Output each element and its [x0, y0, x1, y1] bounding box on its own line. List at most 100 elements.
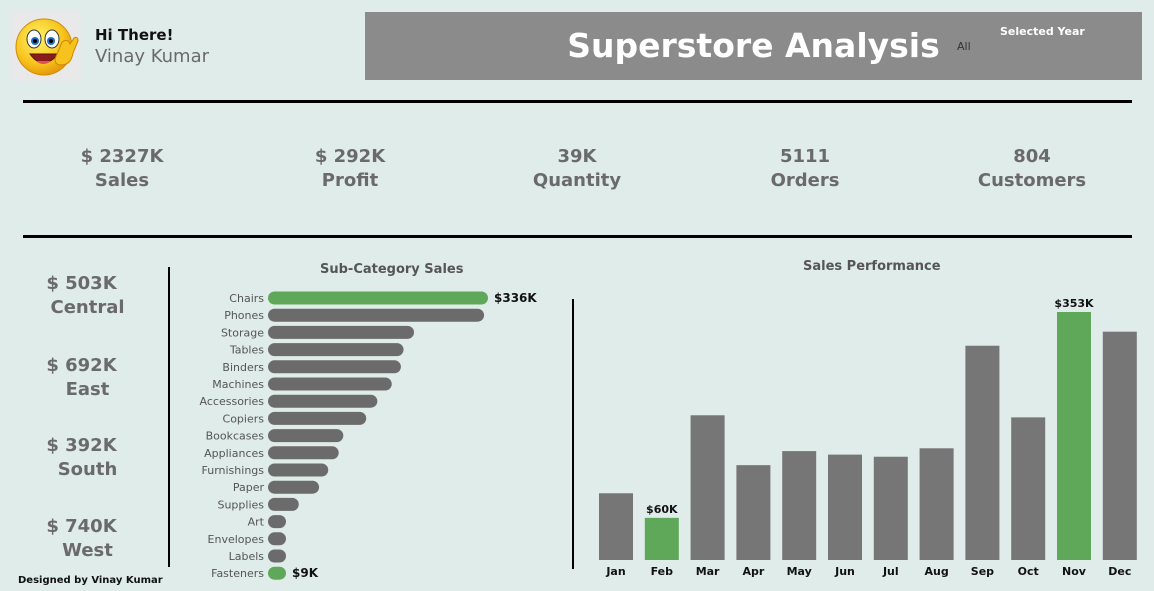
- kpi-label: Quantity: [532, 170, 622, 191]
- month-bar[interactable]: [599, 493, 633, 560]
- subcategory-bar[interactable]: [268, 532, 286, 546]
- kpi-value: $ 292K: [314, 146, 386, 167]
- bar-data-label: $336K: [494, 291, 537, 305]
- region-value: $ 740K: [46, 516, 117, 537]
- month-bar[interactable]: [1102, 331, 1137, 560]
- month-bar[interactable]: [965, 345, 1000, 560]
- month-label: Jun: [834, 565, 855, 578]
- subcategory-bar[interactable]: [268, 429, 344, 443]
- category-label: Machines: [212, 378, 264, 391]
- month-label: Jul: [882, 565, 899, 578]
- category-label: Appliances: [204, 447, 264, 460]
- category-label: Chairs: [229, 292, 264, 305]
- subcategory-bar[interactable]: [268, 343, 404, 357]
- category-label: Envelopes: [208, 533, 265, 546]
- subcategory-bar[interactable]: [268, 566, 286, 580]
- month-bar[interactable]: [1057, 312, 1091, 560]
- month-bar[interactable]: [690, 415, 725, 560]
- subcategory-bar[interactable]: [268, 480, 320, 494]
- month-label: Oct: [1018, 565, 1039, 578]
- bar-data-label: $353K: [1054, 297, 1094, 310]
- subcategory-bar[interactable]: [268, 411, 367, 425]
- month-bar[interactable]: [736, 465, 771, 560]
- middle-divider: [23, 235, 1132, 238]
- month-label: May: [787, 565, 812, 578]
- category-label: Fasteners: [211, 567, 264, 580]
- kpi-label: Profit: [321, 170, 379, 191]
- sales-performance-chart: Jan Feb $60K Mar Apr May Jun Jul Aug Sep Oct Nov $35…: [599, 297, 1137, 578]
- month-label: Jan: [605, 565, 625, 578]
- category-label: Furnishings: [202, 464, 265, 477]
- designer-credit: Designed by Vinay Kumar: [18, 575, 163, 586]
- month-label: Nov: [1062, 565, 1087, 578]
- category-label: Art: [248, 516, 265, 529]
- kpi-value: 39K: [557, 146, 597, 167]
- month-label: Sep: [971, 565, 994, 578]
- region-label: West: [62, 540, 113, 561]
- bar-data-label: $60K: [646, 503, 678, 516]
- bar-data-label: $9K: [292, 566, 319, 580]
- year-filter-dropdown[interactable]: All: [957, 40, 971, 53]
- kpi-value: 5111: [779, 146, 831, 167]
- month-bar[interactable]: [644, 517, 679, 560]
- subcategory-bar[interactable]: [268, 291, 488, 305]
- region-east: $ 692K East: [30, 355, 145, 400]
- subcategory-bar[interactable]: [268, 377, 392, 391]
- region-value: $ 692K: [46, 355, 117, 376]
- region-west: $ 740K West: [30, 516, 145, 561]
- region-value: $ 503K: [46, 273, 117, 294]
- kpi-orders: 5111 Orders: [705, 146, 905, 191]
- subcategory-chart-title: Sub-Category Sales: [320, 262, 464, 277]
- greeting-text: Hi There!: [95, 26, 174, 44]
- month-label: Dec: [1108, 565, 1131, 578]
- region-label: South: [57, 459, 118, 480]
- region-label: East: [65, 379, 110, 400]
- subcategory-bar[interactable]: [268, 325, 415, 339]
- subcategory-bar[interactable]: [268, 463, 329, 477]
- title-banner: Superstore Analysis Selected Year All: [365, 12, 1142, 80]
- category-label: Paper: [233, 481, 265, 494]
- category-label: Storage: [221, 326, 264, 339]
- month-bar[interactable]: [782, 451, 817, 560]
- category-label: Labels: [229, 550, 265, 563]
- category-label: Supplies: [217, 498, 264, 511]
- top-divider: [23, 100, 1132, 103]
- category-label: Tables: [229, 344, 264, 357]
- year-filter-label: Selected Year: [1000, 25, 1085, 38]
- month-label: Feb: [651, 565, 674, 578]
- month-label: Aug: [924, 565, 948, 578]
- subcategory-bar[interactable]: [268, 446, 339, 460]
- kpi-profit: $ 292K Profit: [250, 146, 450, 191]
- category-label: Bookcases: [206, 430, 265, 443]
- region-south: $ 392K South: [30, 435, 145, 480]
- sales-performance-title: Sales Performance: [803, 259, 941, 274]
- user-name: Vinay Kumar: [95, 46, 210, 67]
- month-bar[interactable]: [919, 448, 954, 560]
- month-bar[interactable]: [828, 454, 862, 560]
- region-label: Central: [50, 297, 125, 318]
- category-label: Phones: [224, 309, 264, 322]
- subcategory-sales-chart: Chairs $336K Phones Storage Tables Binders Mac…: [200, 291, 538, 580]
- kpi-value: $ 2327K: [80, 146, 164, 167]
- category-label: Copiers: [223, 412, 265, 425]
- subcategory-bar[interactable]: [268, 515, 286, 529]
- region-value: $ 392K: [46, 435, 117, 456]
- kpi-customers: 804 Customers: [932, 146, 1132, 191]
- kpi-quantity: 39K Quantity: [477, 146, 677, 191]
- month-label: Mar: [696, 565, 720, 578]
- month-bar[interactable]: [873, 456, 908, 560]
- waving-emoji-icon: [15, 18, 79, 76]
- subcategory-bar[interactable]: [268, 549, 286, 563]
- region-divider: [168, 267, 170, 567]
- subcategory-bar[interactable]: [268, 497, 299, 511]
- subcategory-bar[interactable]: [268, 308, 485, 322]
- avatar: [12, 12, 81, 81]
- category-label: Binders: [222, 361, 264, 374]
- kpi-value: 804: [1013, 146, 1051, 167]
- month-bar[interactable]: [1011, 417, 1046, 560]
- kpi-label: Customers: [977, 170, 1087, 191]
- subcategory-bar[interactable]: [268, 360, 401, 374]
- subcategory-bar[interactable]: [268, 394, 378, 408]
- chart-divider: [572, 299, 574, 569]
- kpi-sales: $ 2327K Sales: [22, 146, 222, 191]
